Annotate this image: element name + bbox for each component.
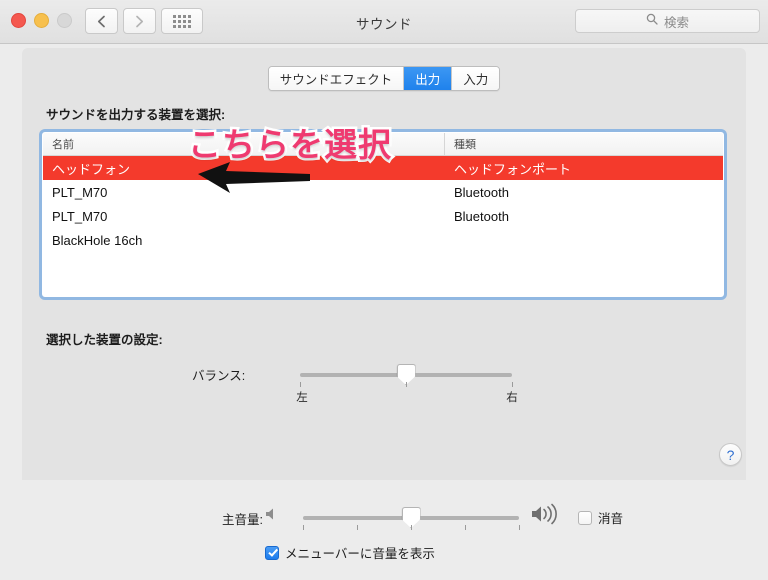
tab-output[interactable]: 出力 xyxy=(404,67,453,90)
titlebar: サウンド 検索 xyxy=(0,0,768,44)
tab-input[interactable]: 入力 xyxy=(452,67,500,90)
volume-tick-2 xyxy=(411,525,412,530)
volume-tick-3 xyxy=(465,525,466,530)
search-input[interactable]: 検索 xyxy=(575,9,760,33)
volume-label: 主音量: xyxy=(222,513,263,527)
volume-tick-4 xyxy=(519,525,520,530)
balance-tick-left xyxy=(300,382,301,387)
settings-section-label: 選択した装置の設定: xyxy=(46,333,163,347)
sound-preferences-window: サウンド 検索 サウンドエフェクト 出力 入力 サウンドを出力する装置を選択: … xyxy=(0,0,768,580)
volume-tick-1 xyxy=(357,525,358,530)
table-row[interactable]: BlackHole 16ch xyxy=(43,228,723,252)
help-button[interactable]: ? xyxy=(719,443,742,466)
annotation-text: こちらを選択 xyxy=(186,124,394,166)
balance-label: バランス: xyxy=(192,369,246,383)
speaker-low-icon xyxy=(263,506,279,527)
tab-sound-effects[interactable]: サウンドエフェクト xyxy=(268,67,405,90)
device-name: PLT_M70 xyxy=(52,208,108,224)
device-type: Bluetooth xyxy=(454,184,509,200)
mute-checkbox-box[interactable] xyxy=(578,510,592,525)
device-type: ヘッドフォンポート xyxy=(454,161,572,177)
arrow-left-icon xyxy=(196,160,312,194)
show-volume-in-menubar-checkbox[interactable]: メニューバーに音量を表示 xyxy=(265,543,435,562)
list-rows: ヘッドフォン ヘッドフォンポート PLT_M70 Bluetooth PLT_M… xyxy=(43,156,723,252)
table-row[interactable]: PLT_M70 Bluetooth xyxy=(43,204,723,228)
volume-tick-0 xyxy=(303,525,304,530)
device-type: Bluetooth xyxy=(454,208,509,224)
show-volume-label: メニューバーに音量を表示 xyxy=(285,547,435,561)
search-icon xyxy=(646,12,658,30)
device-type xyxy=(445,228,723,252)
device-name: BlackHole 16ch xyxy=(52,232,143,248)
tab-group: サウンドエフェクト 出力 入力 xyxy=(267,66,501,91)
volume-slider[interactable] xyxy=(303,507,520,530)
mute-checkbox[interactable]: 消音 xyxy=(578,508,623,527)
column-header-type[interactable]: 種類 xyxy=(445,133,723,155)
tab-bar: サウンドエフェクト 出力 入力 xyxy=(0,66,768,91)
balance-tick-center xyxy=(406,382,407,387)
balance-tick-right xyxy=(512,382,513,387)
balance-slider[interactable]: 左 右 xyxy=(296,364,518,404)
show-volume-checkbox-box[interactable] xyxy=(265,545,279,560)
search-placeholder: 検索 xyxy=(663,15,689,30)
mute-label: 消音 xyxy=(598,512,624,526)
table-row[interactable]: PLT_M70 Bluetooth xyxy=(43,180,723,204)
balance-max-label: 右 xyxy=(506,392,518,404)
balance-min-label: 左 xyxy=(296,392,308,404)
speaker-high-icon xyxy=(530,503,564,530)
